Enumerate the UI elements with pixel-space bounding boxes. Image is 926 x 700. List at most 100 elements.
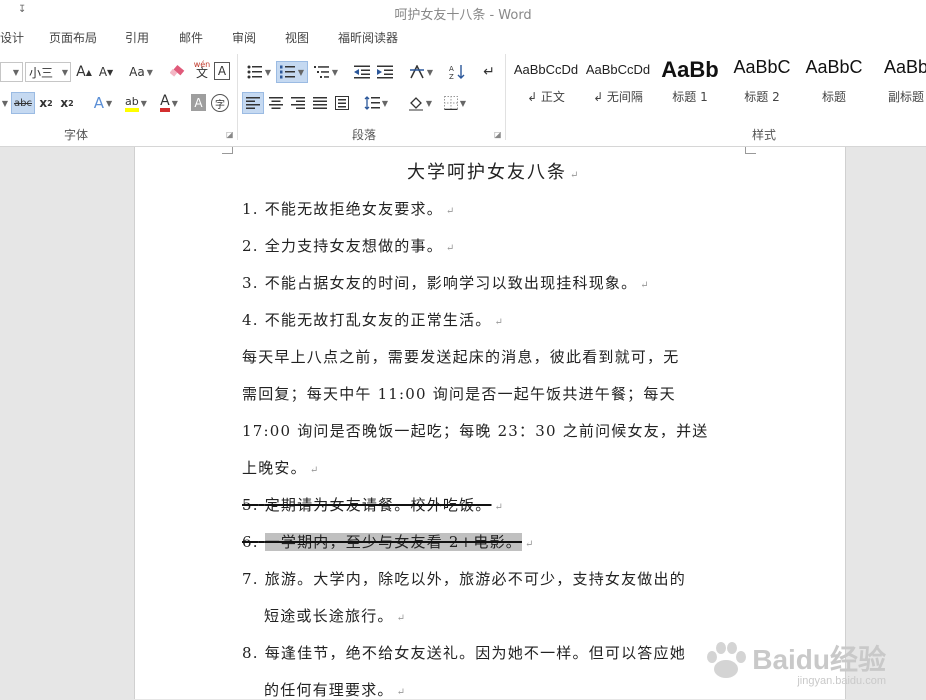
- watermark-url: jingyan.baidu.com: [797, 675, 886, 687]
- ribbon: ▼ 小三 ▼ A ▲ A ▼ Aa ▼ wén 文 A ▼ abc x2 x2 A ▼ …: [0, 48, 926, 147]
- baidu-jingyan-watermark: Baidu经验 jingyan.baidu.com: [707, 642, 886, 687]
- justify-button[interactable]: [310, 92, 330, 114]
- enclose-characters-button[interactable]: 字: [211, 94, 229, 112]
- selected-text-highlight[interactable]: 一学期内，至少与女友看 2+电影。: [264, 533, 522, 551]
- tab-design[interactable]: 设计: [0, 29, 24, 46]
- phonetic-guide-button[interactable]: wén 文: [190, 58, 214, 80]
- align-left-button[interactable]: [242, 92, 264, 114]
- document-area: 大学呵护女友八条 ↵ 1. 不能无故拒绝女友要求。 ↵ 2. 全力支持女友想做的事。…: [0, 147, 926, 699]
- multilevel-list-button[interactable]: ▼: [311, 61, 341, 83]
- character-shading-icon: A: [194, 95, 203, 110]
- font-size-value: 小三: [29, 65, 54, 80]
- list-item: 1. 不能无故拒绝女友要求。 ↵: [242, 200, 456, 218]
- tab-review[interactable]: 审阅: [232, 29, 256, 46]
- character-border-icon: A: [217, 64, 227, 78]
- justify-icon: [313, 97, 327, 109]
- borders-button[interactable]: ▼: [440, 92, 470, 114]
- svg-text:A: A: [449, 65, 454, 73]
- grow-font-icon: A: [76, 64, 86, 80]
- bullets-button[interactable]: ▼: [244, 61, 274, 83]
- shrink-font-icon: A: [98, 65, 108, 79]
- text-effect-icon: A: [93, 94, 105, 112]
- sort-button[interactable]: A Z: [447, 61, 467, 83]
- style-item[interactable]: AaBbC 标题: [799, 56, 869, 112]
- numbered-list-icon: [279, 65, 295, 79]
- strikethrough-button[interactable]: abc: [11, 92, 35, 114]
- decrease-indent-icon: [354, 65, 370, 79]
- style-sample: AaBbCcDd: [513, 62, 579, 77]
- increase-indent-button[interactable]: [375, 61, 395, 83]
- font-size-combo[interactable]: 小三 ▼: [25, 62, 71, 82]
- bullet-list-icon: [247, 65, 262, 79]
- distributed-icon: [335, 96, 349, 110]
- document-page[interactable]: 大学呵护女友八条 ↵ 1. 不能无故拒绝女友要求。 ↵ 2. 全力支持女友想做的事。…: [134, 147, 846, 699]
- subscript-button[interactable]: x2: [37, 92, 55, 114]
- line-spacing-button[interactable]: ▼: [361, 92, 391, 114]
- formatting-marks-icon: ↵: [483, 64, 495, 80]
- title-bar: ↧ 呵护女友十八条 - Word: [0, 0, 926, 24]
- font-color-button[interactable]: A ▼: [155, 92, 183, 114]
- chinese-layout-icon: [409, 65, 424, 79]
- decrease-indent-button[interactable]: [352, 61, 372, 83]
- paint-bucket-icon: [408, 97, 423, 111]
- clear-formatting-button[interactable]: [167, 61, 189, 83]
- shading-button[interactable]: ▼: [404, 92, 436, 114]
- distributed-button[interactable]: [332, 92, 352, 114]
- tab-foxit-reader[interactable]: 福昕阅读器: [338, 29, 398, 46]
- tab-mailings[interactable]: 邮件: [179, 29, 203, 46]
- font-group-label: 字体: [64, 128, 89, 142]
- eraser-icon: [170, 64, 185, 77]
- style-sample: AaBbC: [733, 57, 791, 77]
- list-item-continuation: 的任何有理要求。 ↵: [264, 681, 407, 699]
- line-spacing-icon: [364, 96, 380, 110]
- character-border-button[interactable]: A: [214, 62, 230, 80]
- paw-icon: [707, 642, 747, 678]
- highlighter-icon: ab: [125, 95, 139, 112]
- struck-list-item: 6. 一学期内，至少与女友看 2+电影。 ↵: [242, 533, 535, 551]
- watermark-brand: Baidu经验: [752, 644, 886, 675]
- struck-list-item: 5. 定期请为女友请餐。校外吃饭。 ↵: [242, 496, 505, 514]
- document-title: 大学呵护女友八条 ↵: [407, 162, 581, 183]
- align-center-icon: [269, 97, 283, 109]
- list-item-continuation: 短途或长途旅行。 ↵: [264, 607, 407, 625]
- font-name-combo[interactable]: ▼: [0, 62, 23, 82]
- style-item[interactable]: AaBbCcDd ↲ 无间隔: [583, 56, 653, 112]
- font-dialog-launcher-icon[interactable]: ◪: [226, 130, 234, 139]
- style-name: 标题 1: [672, 90, 708, 104]
- grow-font-button[interactable]: A ▲: [75, 61, 93, 83]
- highlight-button[interactable]: ab ▼: [121, 92, 151, 114]
- group-separator: [505, 54, 506, 140]
- paragraph-group-label: 段落: [352, 128, 377, 142]
- phonetic-bottom: 文: [195, 66, 208, 80]
- subscript-icon: x: [39, 96, 48, 110]
- shrink-font-button[interactable]: A ▼: [97, 61, 115, 83]
- show-formatting-marks-button[interactable]: ↵: [479, 61, 499, 83]
- character-shading-button[interactable]: A: [191, 94, 206, 111]
- superscript-button[interactable]: x2: [58, 92, 76, 114]
- font-color-icon: A: [160, 94, 170, 112]
- style-item[interactable]: AaBb 副标题: [871, 56, 926, 112]
- numbering-button[interactable]: ▼: [276, 61, 308, 83]
- enclose-characters-icon: 字: [215, 99, 225, 111]
- align-right-icon: [291, 97, 305, 109]
- style-sample: AaBb: [883, 57, 926, 77]
- change-case-button[interactable]: Aa ▼: [124, 61, 158, 83]
- style-item[interactable]: AaBb 标题 1: [655, 56, 725, 112]
- align-center-button[interactable]: [266, 92, 286, 114]
- chinese-layout-button[interactable]: ▼: [405, 61, 437, 83]
- list-item: 8. 每逢佳节，绝不给女友送礼。因为她不一样。但可以答应她: [242, 644, 686, 662]
- font-row2-dropdown[interactable]: ▼: [0, 92, 8, 114]
- align-right-button[interactable]: [288, 92, 308, 114]
- strikethrough-icon: abc: [14, 97, 32, 109]
- paragraph-line: 每天早上八点之前，需要发送起床的消息，彼此看到就可，无: [242, 348, 680, 366]
- style-item[interactable]: AaBbC 标题 2: [727, 56, 797, 112]
- text-effect-button[interactable]: A ▼: [89, 92, 117, 114]
- style-item[interactable]: AaBbCcDd ↲ 正文: [511, 56, 581, 112]
- paragraph-dialog-launcher-icon[interactable]: ◪: [494, 130, 502, 139]
- tab-references[interactable]: 引用: [125, 29, 149, 46]
- style-sample: AaBb: [661, 57, 719, 82]
- multilevel-list-icon: [313, 66, 329, 78]
- tab-layout[interactable]: 页面布局: [49, 29, 97, 46]
- style-name: ↲ 正文: [527, 90, 565, 104]
- tab-view[interactable]: 视图: [285, 29, 309, 46]
